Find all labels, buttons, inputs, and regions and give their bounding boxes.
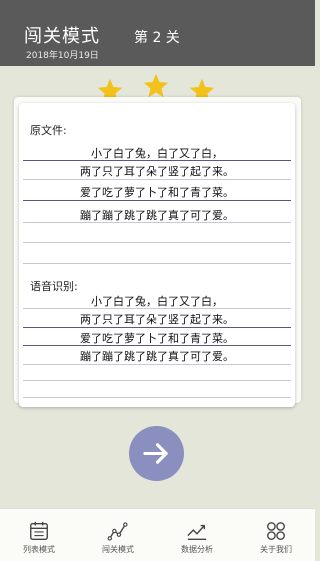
original-text-label: 原文件:	[30, 124, 67, 137]
original-line: 蹦了蹦了跳了跳了真了可了爱。	[80, 209, 234, 222]
ruled-line	[23, 327, 291, 328]
line-graph-icon	[107, 520, 129, 542]
ruled-line	[23, 380, 291, 381]
original-line: 两了只了耳了朵了竖了起了来。	[80, 165, 234, 178]
date-label: 2018年10月19日	[26, 51, 99, 61]
nav-label: 闯关模式	[102, 545, 134, 554]
recognized-line: 爱了吃了萝了卜了和了青了菜。	[80, 332, 234, 345]
calendar-list-icon	[28, 520, 50, 542]
next-level-button[interactable]	[129, 426, 184, 481]
nav-item-about-us[interactable]: 关于我们	[237, 509, 315, 561]
nav-label: 关于我们	[260, 545, 292, 554]
nav-item-level-mode[interactable]: 闯关模式	[79, 509, 157, 561]
nav-label: 数据分析	[181, 545, 213, 554]
nav-label: 列表模式	[23, 545, 55, 554]
star-icon	[142, 72, 170, 100]
grid-circles-icon	[265, 520, 287, 542]
ruled-line	[23, 160, 291, 161]
page-title: 闯关模式	[24, 26, 100, 47]
recognized-line: 蹦了蹦了跳了跳了真了可了爱。	[80, 350, 234, 363]
recognized-line: 小了白了兔，白了又了白，	[91, 295, 223, 308]
ruled-line	[23, 308, 291, 309]
ruled-line	[23, 242, 291, 243]
ruled-line	[23, 345, 291, 346]
recognized-line: 两了只了耳了朵了竖了起了来。	[80, 313, 234, 326]
ruled-line	[23, 200, 291, 201]
original-line: 小了白了兔，白了又了白，	[91, 147, 223, 160]
recognition-label: 语音识别:	[30, 280, 78, 293]
ruled-line	[23, 263, 291, 264]
ruled-line	[23, 364, 291, 365]
ruled-line	[23, 397, 291, 398]
ruled-line	[23, 222, 291, 223]
bottom-nav: 列表模式 闯关模式 数据分析 关于我们	[0, 508, 315, 561]
original-line: 爱了吃了萝了卜了和了青了菜。	[80, 186, 234, 199]
trend-chart-icon	[186, 520, 208, 542]
level-title: 第 2 关	[134, 30, 180, 46]
result-card: 原文件: 小了白了兔，白了又了白， 两了只了耳了朵了竖了起了来。 爱了吃了萝了卜…	[19, 103, 295, 407]
nav-item-list-mode[interactable]: 列表模式	[0, 509, 78, 561]
ruled-line	[23, 179, 291, 180]
arrow-right-icon	[143, 443, 168, 464]
header-bar: 闯关模式 2018年10月19日 第 2 关	[0, 0, 315, 66]
nav-item-data-analysis[interactable]: 数据分析	[158, 509, 236, 561]
